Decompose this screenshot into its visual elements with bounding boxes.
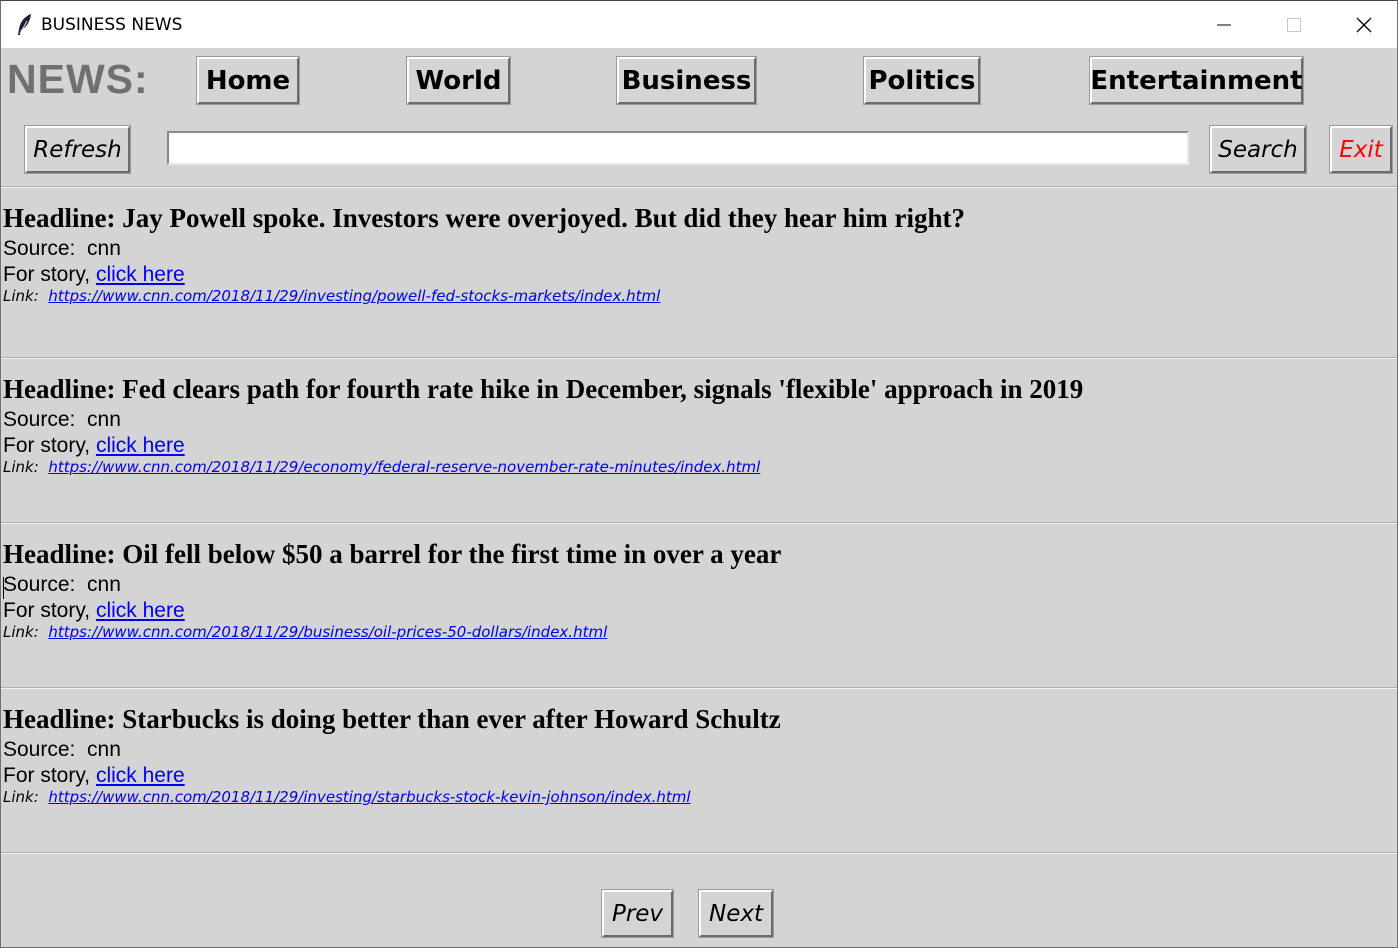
news-label: NEWS: bbox=[7, 56, 149, 102]
story-link[interactable]: click here bbox=[96, 263, 185, 286]
nav-world-button[interactable]: World bbox=[406, 56, 511, 105]
minimize-icon bbox=[1217, 24, 1231, 26]
article-story-line: For story, click here bbox=[3, 434, 185, 458]
search-input[interactable] bbox=[167, 131, 1189, 165]
article-url-link[interactable]: https://www.cnn.com/2018/11/29/investing… bbox=[48, 788, 690, 806]
article-source: Source: cnn bbox=[3, 408, 121, 432]
source-prefix: Source: bbox=[3, 237, 88, 260]
source-prefix: Source: bbox=[3, 738, 88, 761]
source-value: cnn bbox=[87, 573, 121, 596]
source-value: cnn bbox=[87, 237, 121, 260]
window-title: BUSINESS NEWS bbox=[41, 15, 183, 35]
article-headline: Headline: Starbucks is doing better than… bbox=[3, 704, 781, 734]
nav-entertainment-button[interactable]: Entertainment bbox=[1089, 56, 1304, 105]
title-bar: BUSINESS NEWS bbox=[1, 1, 1397, 48]
nav-business-button[interactable]: Business bbox=[616, 56, 757, 105]
divider bbox=[1, 852, 1397, 853]
article-link-line: Link: https://www.cnn.com/2018/11/29/eco… bbox=[3, 458, 760, 476]
story-link[interactable]: click here bbox=[96, 764, 185, 787]
search-button[interactable]: Search bbox=[1209, 125, 1307, 174]
link-prefix: Link: bbox=[3, 788, 49, 806]
minimize-button[interactable] bbox=[1201, 1, 1247, 48]
prev-button[interactable]: Prev bbox=[601, 889, 674, 938]
close-icon bbox=[1356, 17, 1372, 33]
article-link-line: Link: https://www.cnn.com/2018/11/29/bus… bbox=[3, 623, 607, 641]
article-url-link[interactable]: https://www.cnn.com/2018/11/29/investing… bbox=[48, 287, 660, 305]
article-link-line: Link: https://www.cnn.com/2018/11/29/inv… bbox=[3, 788, 691, 806]
exit-button[interactable]: Exit bbox=[1329, 125, 1393, 174]
link-prefix: Link: bbox=[3, 458, 49, 476]
next-button[interactable]: Next bbox=[698, 889, 774, 938]
story-link[interactable]: click here bbox=[96, 434, 185, 457]
article-source: Source: cnn bbox=[3, 237, 121, 261]
source-prefix: Source: bbox=[3, 408, 88, 431]
source-value: cnn bbox=[87, 408, 121, 431]
story-link[interactable]: click here bbox=[96, 599, 185, 622]
maximize-icon bbox=[1287, 18, 1301, 32]
article-headline: Headline: Jay Powell spoke. Investors we… bbox=[3, 203, 965, 233]
article-item: Headline: Starbucks is doing better than… bbox=[1, 687, 1397, 852]
close-button[interactable] bbox=[1341, 1, 1387, 48]
article-story-line: For story, click here bbox=[3, 764, 185, 788]
refresh-button[interactable]: Refresh bbox=[24, 125, 131, 174]
link-prefix: Link: bbox=[3, 623, 49, 641]
nav-politics-button[interactable]: Politics bbox=[863, 56, 981, 105]
source-value: cnn bbox=[87, 738, 121, 761]
story-prefix: For story, bbox=[3, 764, 96, 787]
story-prefix: For story, bbox=[3, 434, 96, 457]
article-url-link[interactable]: https://www.cnn.com/2018/11/29/economy/f… bbox=[48, 458, 760, 476]
article-source: Source: cnn bbox=[3, 738, 121, 762]
source-prefix: Source: bbox=[3, 573, 88, 596]
feather-icon bbox=[15, 13, 35, 37]
article-item: Headline: Oil fell below $50 a barrel fo… bbox=[1, 522, 1397, 687]
story-prefix: For story, bbox=[3, 599, 96, 622]
article-source: Source: cnn bbox=[3, 573, 121, 597]
article-link-line: Link: https://www.cnn.com/2018/11/29/inv… bbox=[3, 287, 660, 305]
article-item: Headline: Fed clears path for fourth rat… bbox=[1, 357, 1397, 522]
maximize-button[interactable] bbox=[1271, 1, 1317, 48]
article-story-line: For story, click here bbox=[3, 263, 185, 287]
story-prefix: For story, bbox=[3, 263, 96, 286]
article-item: Headline: Jay Powell spoke. Investors we… bbox=[1, 186, 1397, 351]
article-story-line: For story, click here bbox=[3, 599, 185, 623]
article-url-link[interactable]: https://www.cnn.com/2018/11/29/business/… bbox=[48, 623, 607, 641]
nav-home-button[interactable]: Home bbox=[196, 56, 300, 105]
article-headline: Headline: Fed clears path for fourth rat… bbox=[3, 374, 1084, 404]
article-headline: Headline: Oil fell below $50 a barrel fo… bbox=[3, 539, 782, 569]
app-window: BUSINESS NEWS NEWS: Home World Business … bbox=[0, 0, 1398, 948]
link-prefix: Link: bbox=[3, 287, 49, 305]
